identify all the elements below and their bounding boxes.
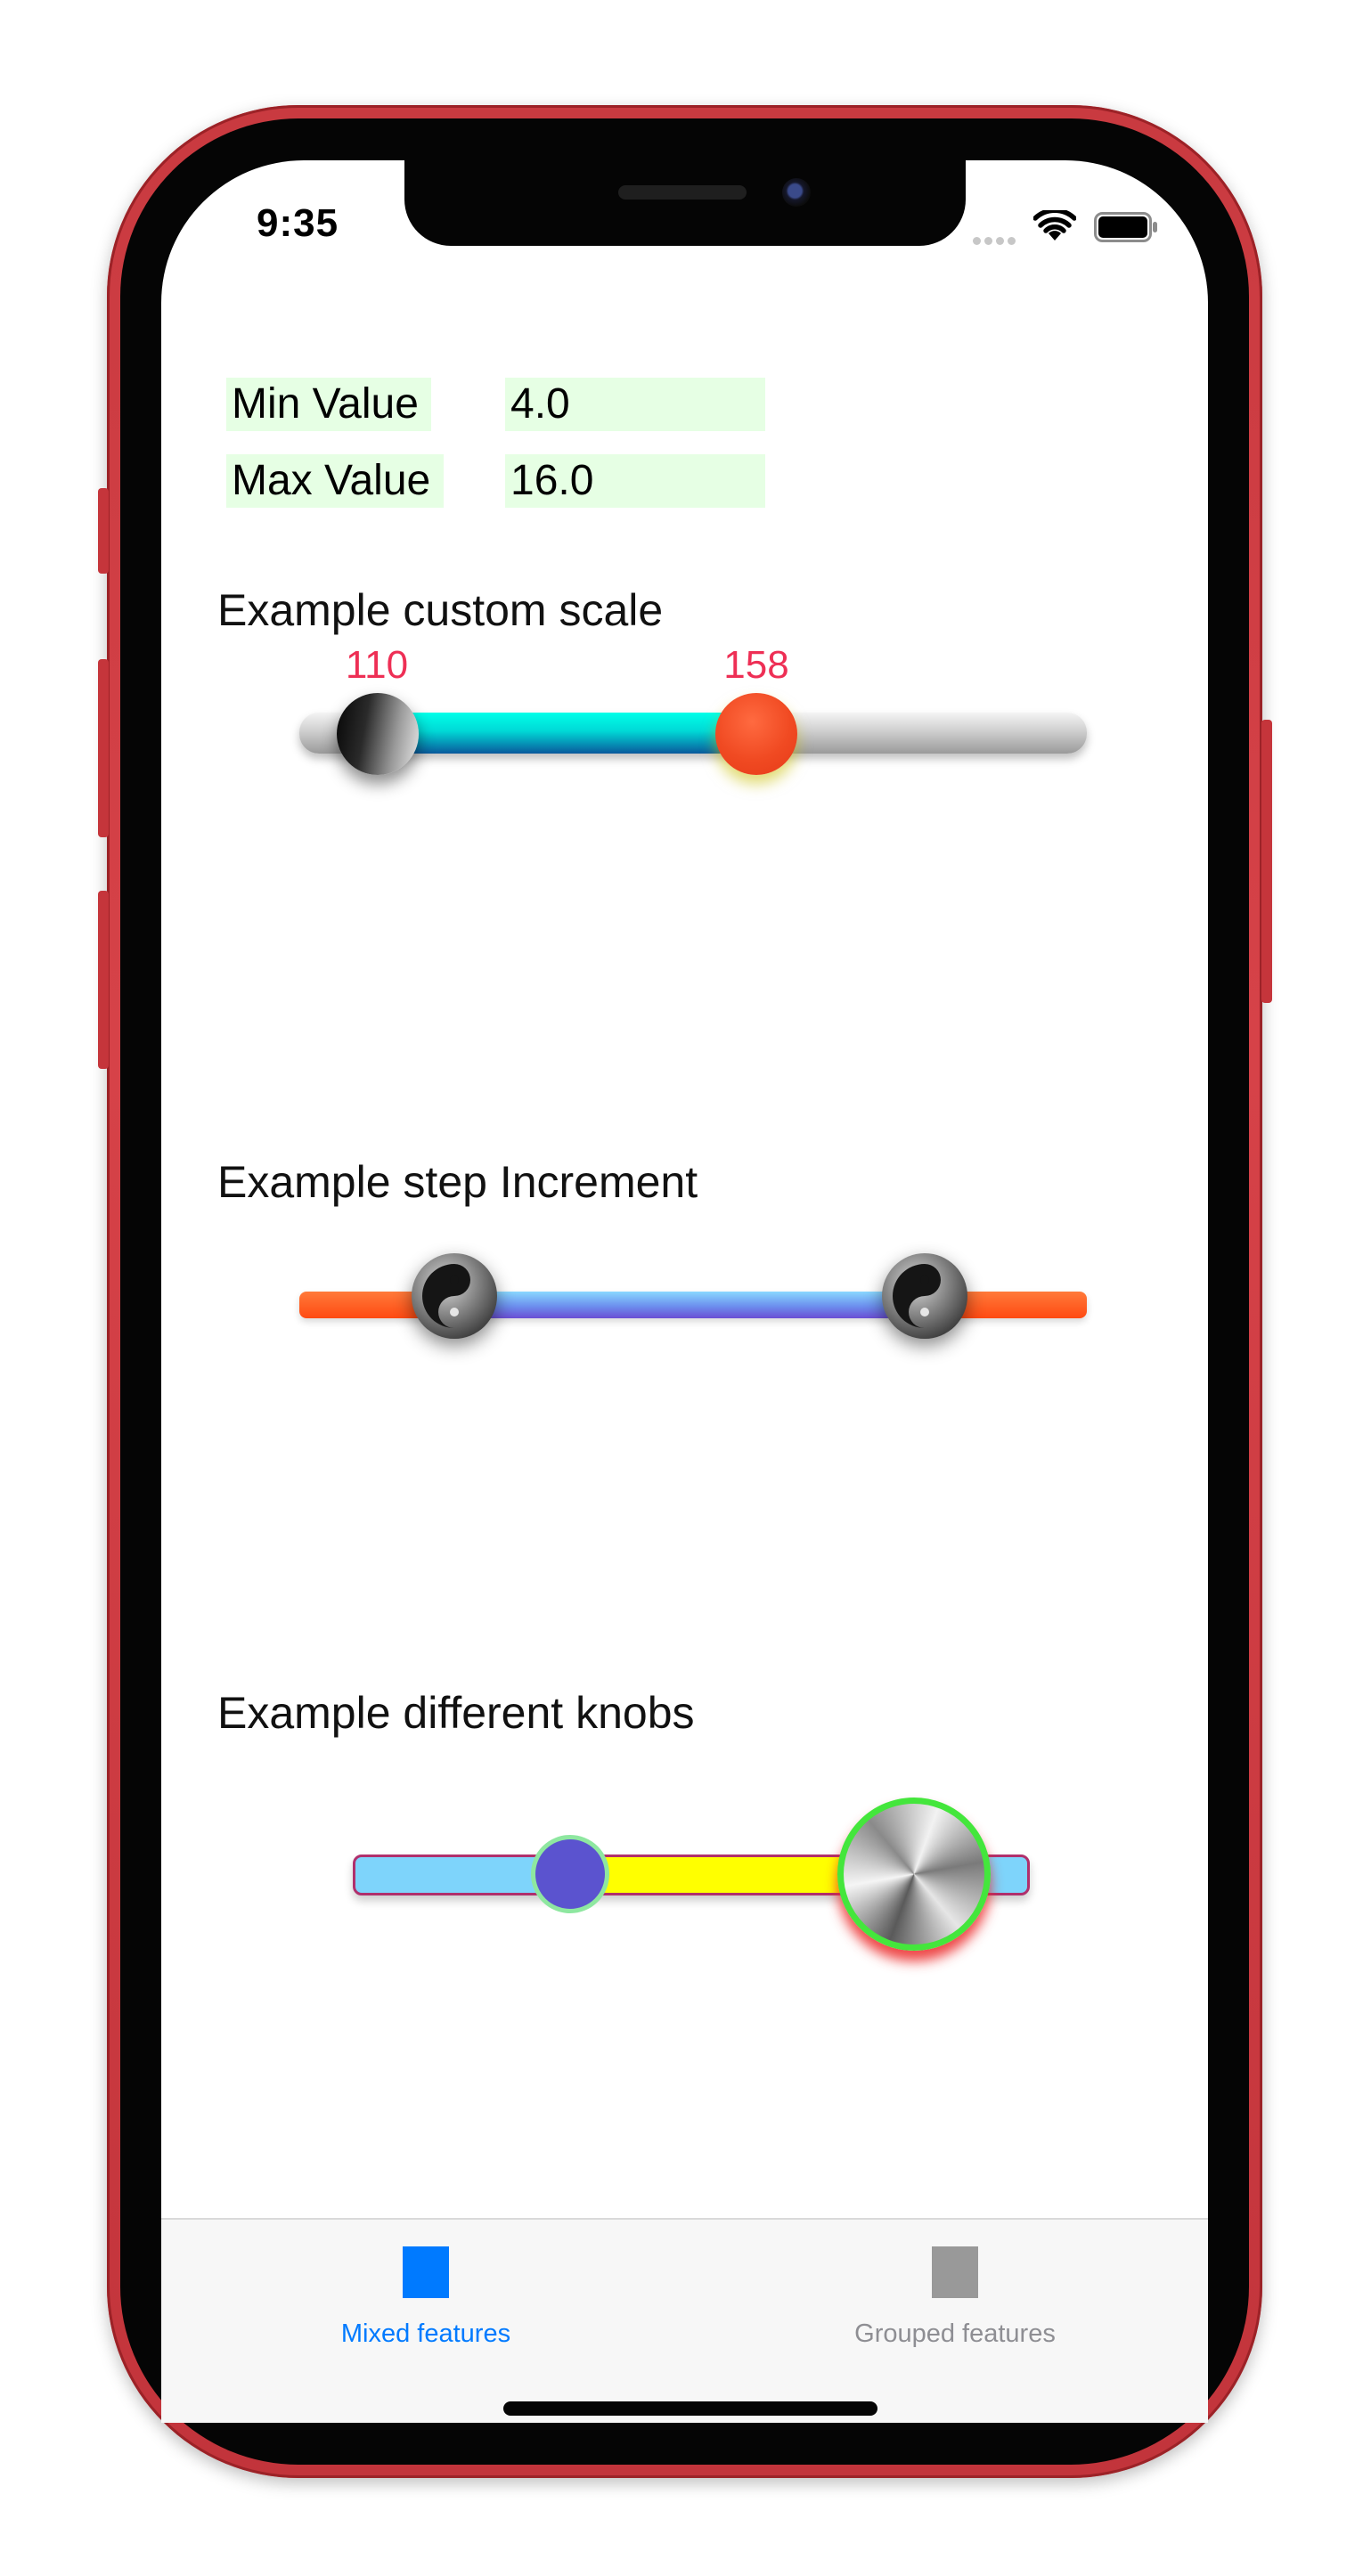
power-button bbox=[1261, 720, 1272, 1003]
different-knobs-lower-knob[interactable] bbox=[531, 1835, 609, 1913]
front-camera bbox=[782, 178, 811, 207]
step-increment-selected-range bbox=[454, 1292, 926, 1318]
upper-value-label: 158 bbox=[723, 643, 789, 687]
custom-scale-lower-knob[interactable] bbox=[337, 693, 419, 775]
min-value-label: Min Value bbox=[226, 378, 431, 431]
speaker bbox=[618, 185, 747, 200]
tab-mixed-features-label: Mixed features bbox=[340, 2319, 511, 2348]
lower-value-label: 110 bbox=[345, 643, 409, 687]
volume-up-button bbox=[98, 659, 109, 837]
different-knobs-title: Example different knobs bbox=[217, 1688, 695, 1738]
custom-scale-title: Example custom scale bbox=[217, 585, 664, 635]
volume-down-button bbox=[98, 891, 109, 1069]
step-increment-title: Example step Increment bbox=[217, 1157, 698, 1207]
square-icon bbox=[932, 2246, 978, 2298]
battery-icon bbox=[1094, 212, 1157, 242]
cellular-dots-icon bbox=[973, 233, 1019, 249]
yin-yang-upper-knob-icon[interactable] bbox=[880, 1251, 969, 1341]
max-value-field[interactable]: 16.0 bbox=[505, 454, 765, 508]
wifi-icon bbox=[1033, 210, 1076, 240]
different-knobs-upper-knob[interactable] bbox=[837, 1797, 991, 1951]
yin-yang-lower-knob-icon[interactable] bbox=[410, 1251, 499, 1341]
max-value-label: Max Value bbox=[226, 454, 444, 508]
notch bbox=[404, 160, 966, 246]
tab-grouped-features-label: Grouped features bbox=[854, 2319, 1056, 2348]
home-indicator bbox=[503, 2401, 877, 2416]
square-icon bbox=[403, 2246, 449, 2298]
mute-switch bbox=[98, 488, 109, 574]
custom-scale-upper-knob[interactable] bbox=[715, 693, 797, 775]
min-value-field[interactable]: 4.0 bbox=[505, 378, 765, 431]
custom-scale-selected-range bbox=[376, 713, 757, 754]
status-time: 9:35 bbox=[257, 201, 339, 245]
